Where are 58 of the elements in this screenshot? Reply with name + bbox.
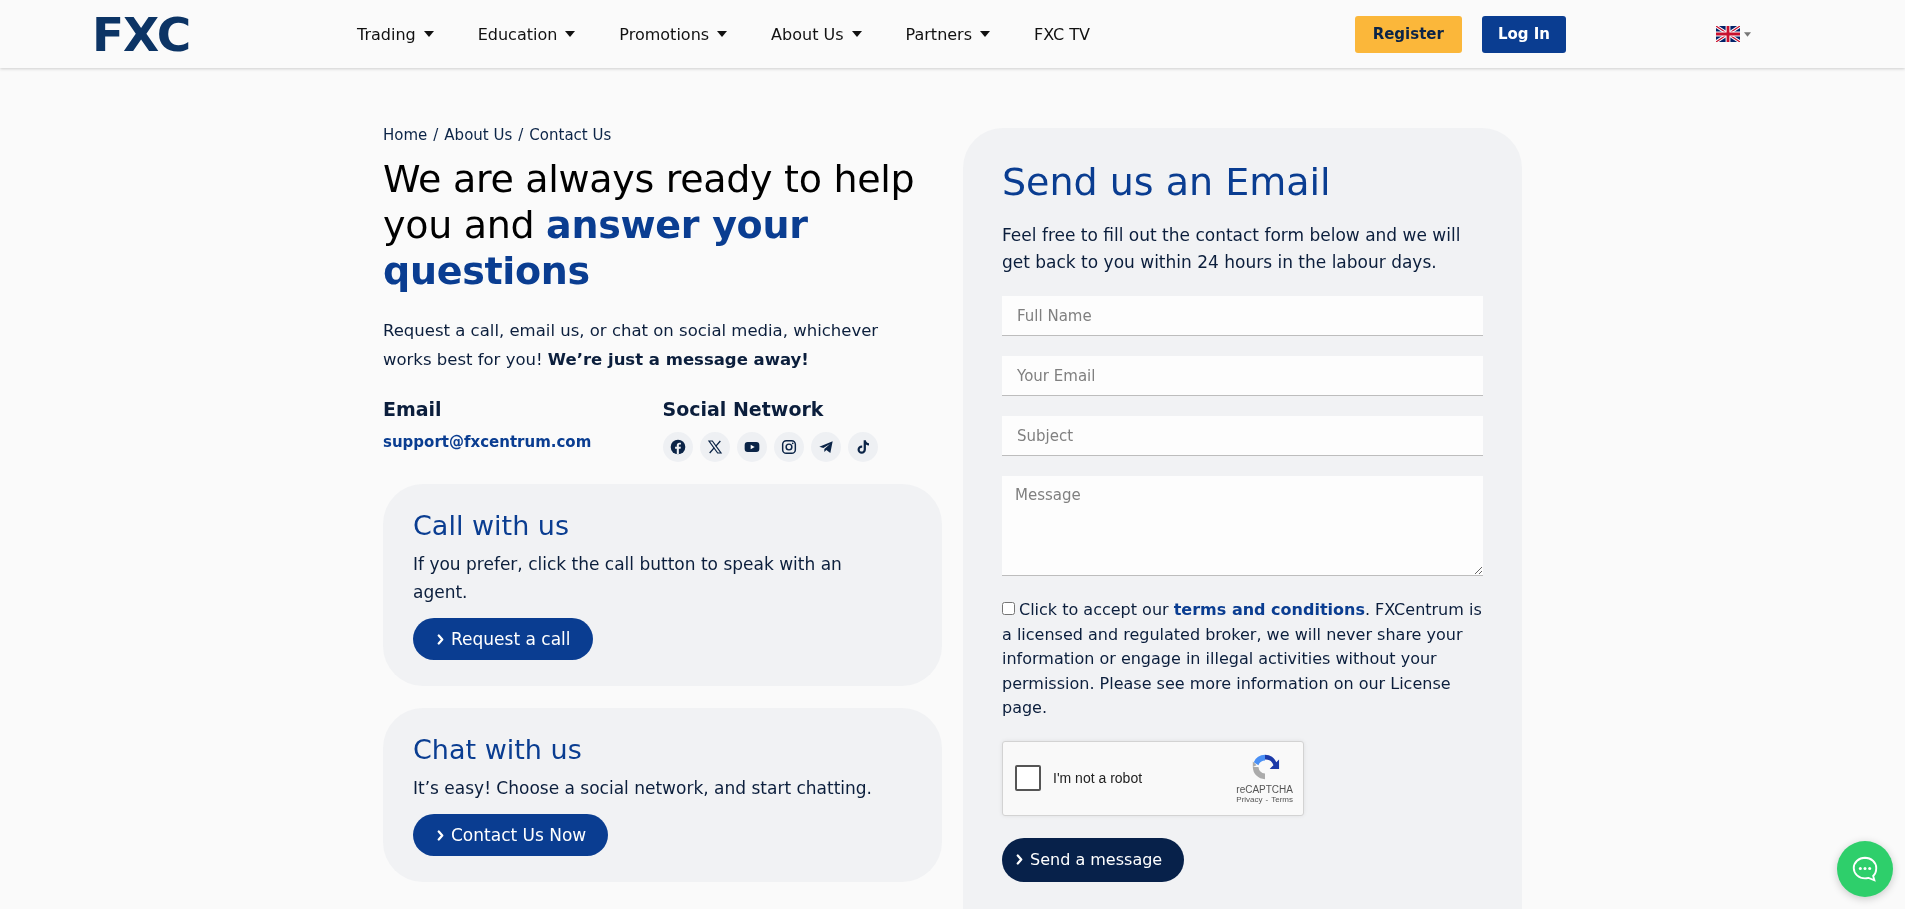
form-intro: Feel free to fill out the contact form below and we will get back to you within 24 hours in the labour days. [1002,224,1462,274]
nav-menu-item[interactable]: Education [477,24,576,44]
breadcrumb-link[interactable]: About Us [444,126,513,144]
social-button[interactable] [810,432,841,462]
youtube-icon [743,439,760,455]
logo[interactable]: FXC [92,10,193,58]
link-separator: - [1265,795,1269,804]
input-field[interactable]: Your Email [1002,356,1483,396]
terms-link[interactable]: terms and conditions [1173,600,1365,619]
breadcrumb-link[interactable]: Home [383,126,428,144]
register-button[interactable]: Register [1354,15,1462,53]
nav-menu-item[interactable]: Trading [357,24,434,44]
consent-checkbox[interactable] [1002,602,1015,615]
chevron-icon [1016,854,1023,865]
chat-bubble-icon [1850,854,1880,884]
form-title: Send us an Email [1002,159,1332,206]
card-text: If you prefer, click the call button to speak with an agent. [413,553,843,604]
breadcrumb-separator: / [433,126,439,144]
chevron-icon [437,633,444,645]
social-button[interactable] [699,432,730,462]
x-logo-icon [706,439,723,455]
nav-menu-item[interactable]: About Us [771,24,862,44]
card-title: Call with us [413,509,571,543]
page-heading: We are always ready to help you and answer your questions [383,156,916,294]
facebook-icon [669,439,686,455]
flag-icon [1716,26,1740,42]
social-button[interactable] [847,432,878,462]
social-button[interactable] [662,432,693,462]
breadcrumb-current: Contact Us [529,126,612,144]
intro-text: Request a call, email us, or chat on social media, whichever works best for you! We’re just a message away! [383,320,880,371]
send-button[interactable]: Send a message [1002,837,1185,882]
social-button[interactable] [736,432,767,462]
consent-text: Click to accept our terms and conditions. FXCentrum is a licensed and regulated broker, we will never share your information or engage in illegal activities without your permission. Please see more information on our License page. [1002,599,1483,719]
breadcrumb-separator: / [518,126,524,144]
caret-icon [1744,31,1751,37]
captcha-label: I'm not a robot [1053,770,1144,786]
email-link[interactable]: support@fxcentrum.com [383,433,592,451]
captcha-checkbox[interactable] [1015,765,1041,791]
nav-menu-item[interactable]: FXC TV [1034,24,1090,44]
terms-link[interactable]: Terms [1271,795,1293,804]
card-title: Chat with us [413,733,583,767]
instagram-icon [780,439,797,455]
card-button[interactable]: Contact Us Now [413,814,609,856]
card-button[interactable]: Request a call [413,618,593,660]
card-text: It’s easy! Choose a social network, and start chatting. [413,777,873,800]
chevron-icon [437,829,444,841]
nav-menu-item[interactable]: Promotions [619,24,728,44]
login-button[interactable]: Log In [1481,15,1566,53]
paper-plane-icon [817,439,834,455]
privacy-link[interactable]: Privacy [1236,795,1263,804]
nav-menu-item[interactable]: Partners [905,24,991,44]
social-button[interactable] [773,432,804,462]
captcha-brand: reCAPTCHA [1236,784,1293,795]
input-field[interactable]: Subject [1002,416,1483,456]
social-label: Social Network [662,398,825,420]
input-field[interactable]: Full Name [1002,296,1483,336]
email-label: Email [383,398,443,420]
message-field[interactable]: Message [1002,476,1483,576]
